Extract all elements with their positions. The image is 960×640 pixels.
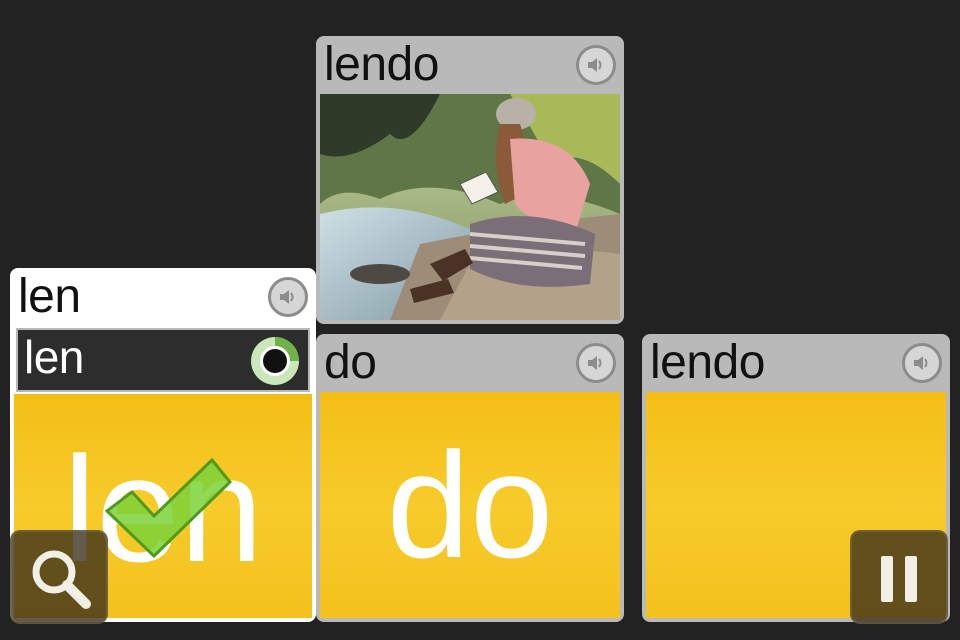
search-button[interactable]	[10, 530, 108, 624]
card-header: do	[316, 334, 624, 392]
speaker-icon[interactable]	[576, 45, 616, 85]
card-word: len	[18, 270, 81, 323]
record-icon[interactable]	[250, 336, 300, 386]
card-word: do	[324, 336, 377, 389]
card-header: lendo	[642, 334, 950, 392]
card-header: len	[10, 268, 316, 326]
pause-icon	[881, 556, 917, 602]
card-word: lendo	[324, 38, 439, 91]
word-tile: do	[320, 392, 620, 618]
tile-text: do	[386, 421, 554, 589]
card-header: lendo	[316, 36, 624, 94]
pause-button[interactable]	[850, 530, 948, 624]
card-do[interactable]: do do	[316, 334, 624, 622]
card-lendo-photo[interactable]: lendo	[316, 36, 624, 324]
record-bar[interactable]: len	[16, 328, 310, 392]
magnifier-icon	[32, 550, 91, 609]
card-word: lendo	[650, 336, 765, 389]
speaker-icon[interactable]	[576, 343, 616, 383]
speaker-icon[interactable]	[268, 277, 308, 317]
record-word: len	[24, 331, 84, 383]
reading-photo	[320, 94, 620, 320]
check-icon	[102, 456, 233, 566]
speaker-icon[interactable]	[902, 343, 942, 383]
